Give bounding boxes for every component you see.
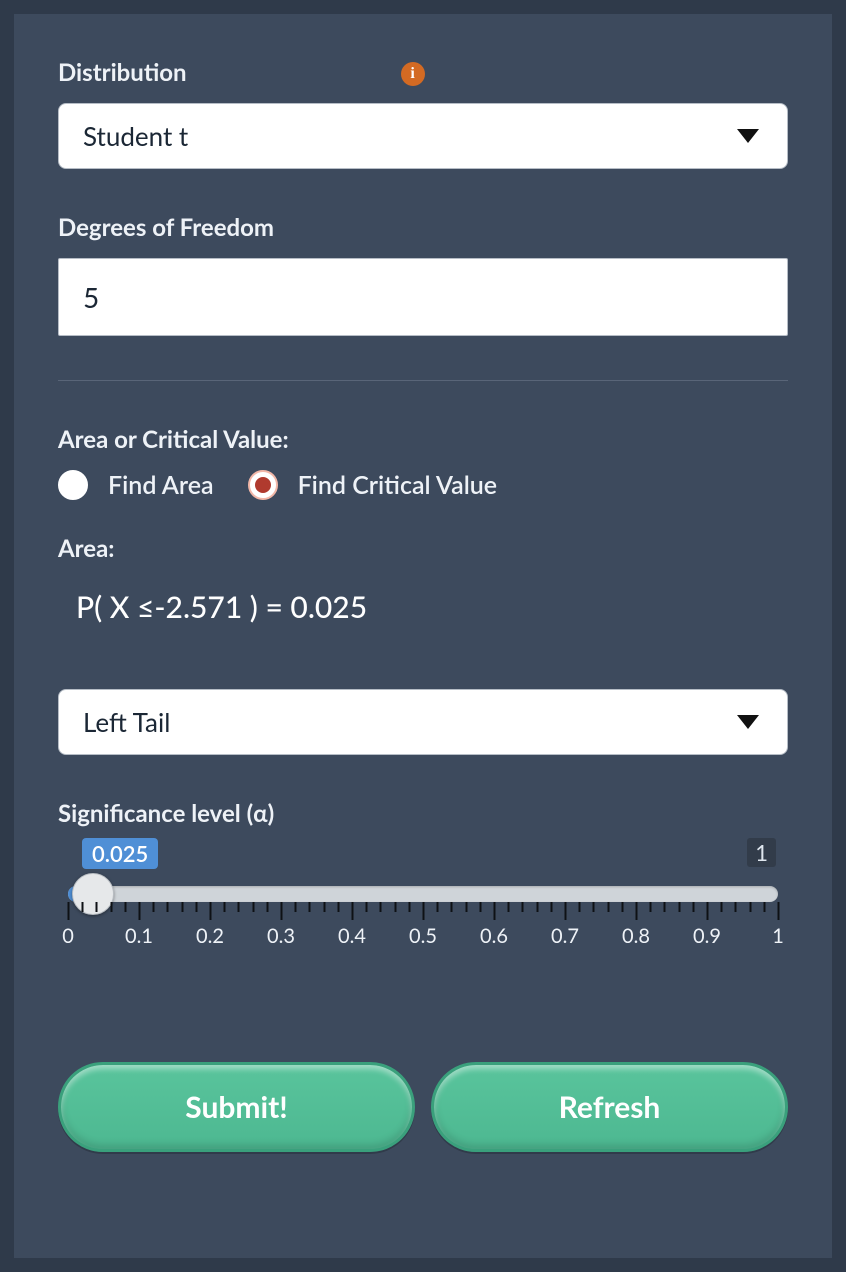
alpha-max-badge: 1 [747, 838, 776, 867]
distribution-select[interactable]: Student t [58, 103, 788, 169]
info-icon[interactable]: i [401, 62, 425, 86]
slider-tick-label: 0.4 [338, 924, 366, 948]
slider-tick-label: 1 [772, 924, 784, 948]
area-label: Area: [58, 534, 788, 563]
tail-selected-value: Left Tail [83, 706, 170, 738]
refresh-button-label: Refresh [559, 1089, 661, 1125]
alpha-slider[interactable]: 0.025 1 0 0.1 0.2 0.3 0.4 0.5 0.6 0.7 0.8 0.9 1 [58, 838, 788, 952]
calculator-panel: Distribution i Student t Degrees of Free… [14, 14, 832, 1258]
slider-tick-label: 0.7 [551, 924, 579, 948]
slider-track[interactable] [68, 886, 778, 902]
radio-find-critical[interactable] [248, 470, 278, 500]
slider-ticks: 00.10.20.30.40.50.60.70.80.91 [68, 902, 778, 952]
mode-block: Area or Critical Value: Find Area Find C… [58, 425, 788, 500]
chevron-down-icon [737, 715, 759, 729]
divider [58, 380, 788, 381]
mode-label: Area or Critical Value: [58, 425, 788, 454]
distribution-label: Distribution [58, 58, 187, 87]
tail-select[interactable]: Left Tail [58, 689, 788, 755]
area-expression: P( X ≤-2.571 ) = 0.025 [58, 579, 788, 655]
button-row: Submit! Refresh [58, 1062, 788, 1152]
radio-find-area-label: Find Area [108, 470, 214, 500]
submit-button-label: Submit! [185, 1089, 287, 1125]
dof-label: Degrees of Freedom [58, 213, 788, 242]
tail-block: Left Tail [58, 689, 788, 755]
slider-tick-label: 0.2 [196, 924, 224, 948]
slider-tick-label: 0.1 [125, 924, 153, 948]
dof-input[interactable]: 5 [58, 258, 788, 336]
mode-radio-group: Find Area Find Critical Value [58, 470, 788, 500]
slider-tick-label: 0.8 [622, 924, 650, 948]
slider-tick-label: 0.5 [409, 924, 437, 948]
alpha-value-badge: 0.025 [82, 838, 158, 869]
slider-tick-label: 0.9 [693, 924, 721, 948]
radio-find-critical-label: Find Critical Value [298, 470, 498, 500]
refresh-button[interactable]: Refresh [431, 1062, 788, 1152]
alpha-block: Significance level (α) 0.025 1 00.10.20.… [58, 799, 788, 952]
dof-block: Degrees of Freedom 5 [58, 213, 788, 336]
slider-tick-label: 0 [62, 924, 74, 948]
radio-find-area[interactable] [58, 470, 88, 500]
chevron-down-icon [737, 129, 759, 143]
slider-tick-label: 0.6 [480, 924, 508, 948]
distribution-block: Distribution i Student t [58, 58, 788, 169]
submit-button[interactable]: Submit! [58, 1062, 415, 1152]
dof-value: 5 [83, 280, 99, 314]
distribution-selected-value: Student t [83, 120, 188, 152]
area-block: Area: P( X ≤-2.571 ) = 0.025 [58, 534, 788, 655]
alpha-label: Significance level (α) [58, 799, 788, 828]
slider-tick-label: 0.3 [267, 924, 295, 948]
